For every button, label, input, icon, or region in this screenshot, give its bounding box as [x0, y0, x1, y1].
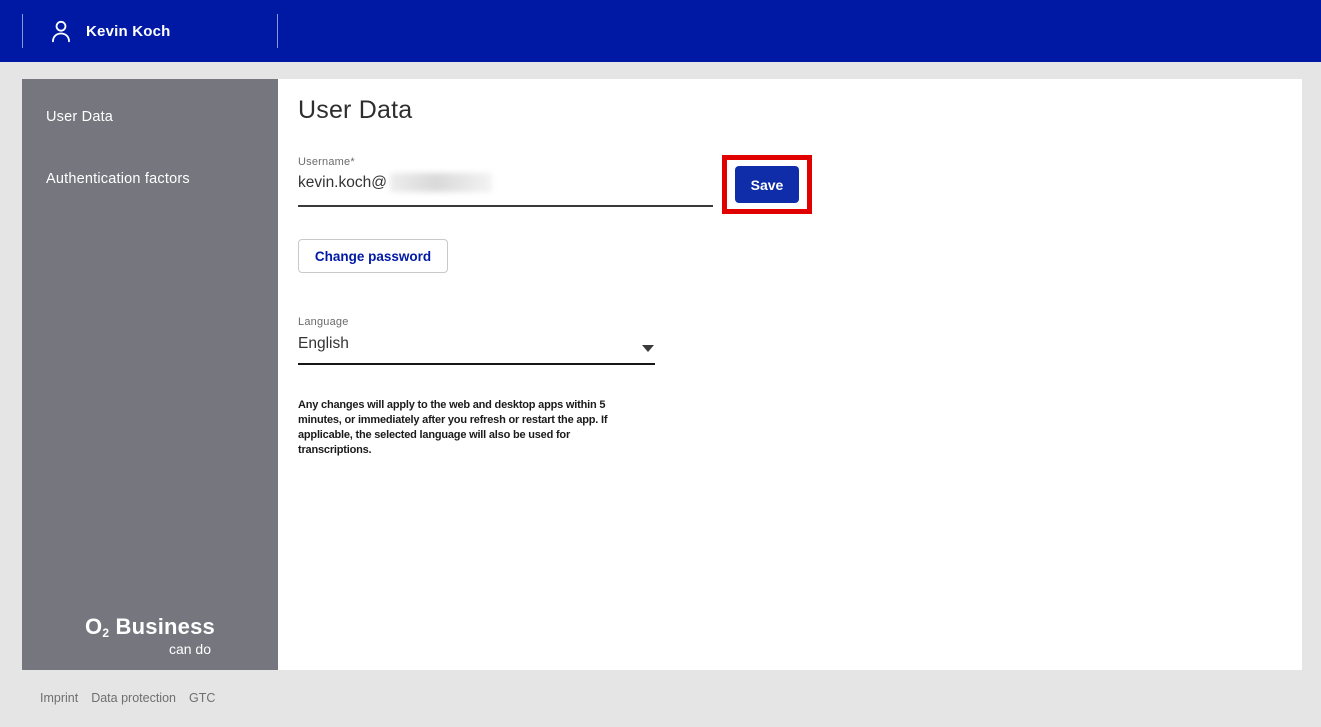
topbar-divider-left — [22, 14, 23, 48]
save-button[interactable]: Save — [735, 166, 799, 203]
footer-link-imprint[interactable]: Imprint — [40, 691, 78, 705]
change-password-button[interactable]: Change password — [298, 239, 448, 273]
brand-logo: O2 Business can do — [22, 614, 278, 657]
username-redaction-blur — [390, 173, 492, 192]
user-icon — [48, 18, 74, 44]
user-name: Kevin Koch — [86, 23, 171, 40]
username-value: kevin.koch@ — [298, 174, 387, 192]
settings-note-line: applicable, the selected language will a… — [298, 428, 607, 443]
chevron-down-icon — [642, 345, 654, 352]
settings-note-line: transcriptions. — [298, 443, 607, 458]
footer-link-data-protection[interactable]: Data protection — [91, 691, 176, 705]
sidebar-item-authentication-factors[interactable]: Authentication factors — [46, 171, 190, 187]
username-label: Username* — [298, 156, 355, 168]
language-underline — [298, 363, 655, 365]
main-panel: User Data Username* kevin.koch@ Save Cha… — [278, 79, 1302, 670]
language-value: English — [298, 335, 349, 353]
user-menu[interactable]: Kevin Koch — [48, 0, 171, 62]
language-label: Language — [298, 316, 349, 328]
settings-note: Any changes will apply to the web and de… — [298, 398, 607, 458]
footer: Imprint Data protection GTC — [40, 691, 215, 705]
username-input[interactable]: kevin.koch@ — [298, 173, 492, 192]
topbar: Kevin Koch — [0, 0, 1321, 62]
brand-logo-wordmark: O2 Business — [85, 614, 215, 640]
settings-note-line: Any changes will apply to the web and de… — [298, 398, 607, 413]
annotation-highlight-box: Save — [722, 155, 812, 214]
language-select[interactable]: English — [298, 335, 349, 353]
sidebar: User Data Authentication factors O2 Busi… — [22, 79, 278, 670]
settings-note-line: minutes, or immediately after you refres… — [298, 413, 607, 428]
footer-link-gtc[interactable]: GTC — [189, 691, 215, 705]
sidebar-item-user-data[interactable]: User Data — [46, 109, 113, 125]
brand-logo-tagline: can do — [89, 641, 211, 657]
topbar-divider-right — [277, 14, 278, 48]
page-title: User Data — [298, 96, 412, 125]
username-underline — [298, 205, 713, 207]
